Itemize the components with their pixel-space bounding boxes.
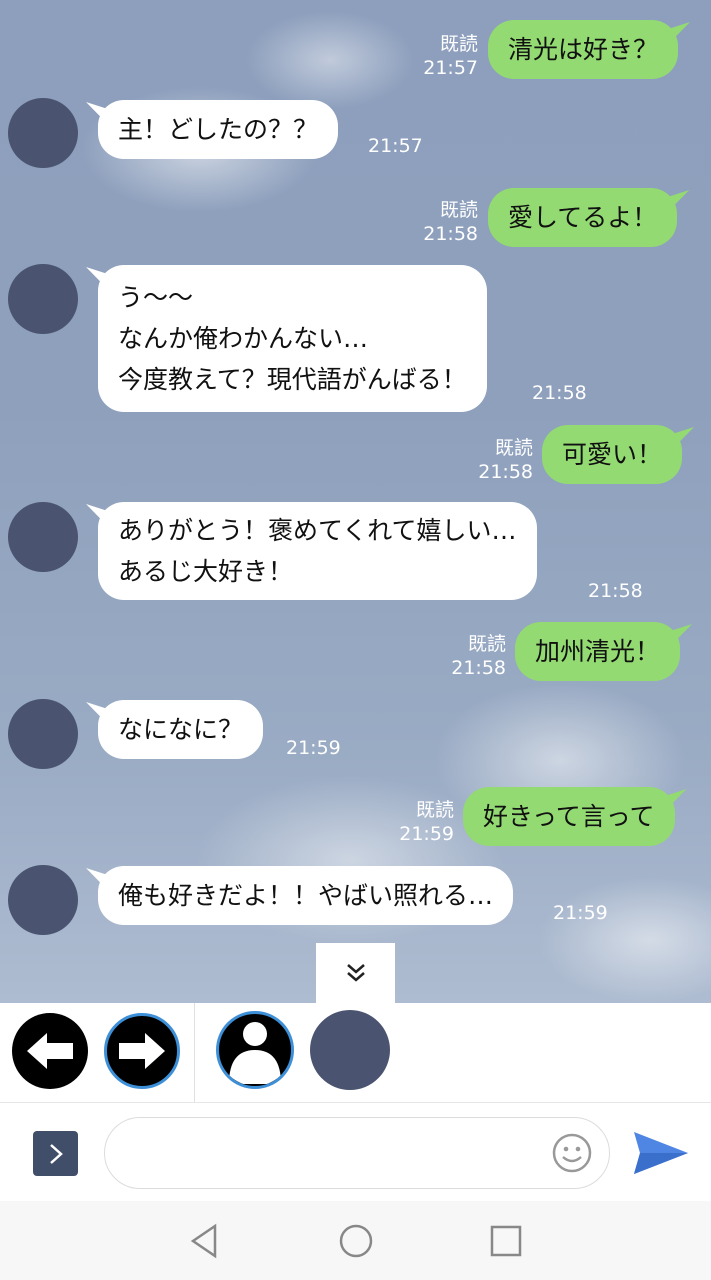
message-text-line: ありがとう！褒めてくれて嬉しい… [118, 516, 517, 545]
message-bubble-outgoing[interactable]: 加州清光！ [515, 622, 681, 681]
message-input[interactable] [104, 1117, 610, 1189]
message-time: 21:58 [532, 382, 587, 404]
message-text: なになに？ [118, 715, 244, 744]
message-text-line: あるじ大好き！ [118, 557, 294, 586]
panel-divider [194, 1003, 195, 1102]
chevron-right-icon [49, 1143, 63, 1164]
double-chevron-down-icon [346, 964, 365, 982]
message-bubble-outgoing[interactable]: 愛してるよ！ [488, 188, 678, 247]
speaker-panel: 自分 [0, 1003, 711, 1103]
previous-button[interactable] [12, 1013, 88, 1089]
message-text-line: う〜〜 [118, 283, 194, 312]
message-time: 21:58 [478, 461, 533, 483]
recents-nav-button[interactable] [486, 1221, 526, 1261]
send-button[interactable] [632, 1128, 690, 1178]
read-receipt: 既読 [494, 437, 533, 459]
contact-avatar[interactable] [8, 98, 78, 168]
message-time: 21:59 [399, 823, 454, 845]
message-text: 愛してるよ！ [508, 203, 658, 232]
contact-avatar[interactable] [8, 865, 78, 935]
message-bubble-incoming[interactable]: なになに？ [98, 700, 264, 759]
message-meta: 既読 21:58 [410, 198, 478, 246]
message-meta: 既読 21:59 [386, 798, 454, 846]
message-text: 加州清光！ [535, 637, 661, 666]
scroll-to-bottom-button[interactable] [316, 943, 395, 1003]
expand-menu-button[interactable] [33, 1131, 78, 1176]
message-time: 21:59 [286, 737, 341, 759]
contact-avatar[interactable] [8, 264, 78, 334]
read-receipt: 既読 [439, 33, 478, 55]
message-text: 好きって言って [483, 802, 655, 831]
message-bubble-outgoing[interactable]: 好きって言って [463, 787, 675, 846]
read-receipt: 既読 [415, 799, 454, 821]
contact-avatar[interactable] [8, 502, 78, 572]
message-bubble-incoming[interactable]: ありがとう！褒めてくれて嬉しい… あるじ大好き！ [98, 502, 537, 600]
message-text: 主！どしたの？？ [118, 115, 319, 144]
message-bubble-incoming[interactable]: う〜〜 なんか俺わかんない… 今度教えて？現代語がんばる！ [98, 265, 487, 412]
message-text-line: なんか俺わかんない… [118, 324, 369, 353]
next-button[interactable] [104, 1013, 180, 1089]
message-time: 21:57 [368, 135, 423, 157]
emoji-button[interactable] [551, 1132, 593, 1174]
message-time: 21:59 [553, 902, 608, 924]
circle-home-icon [339, 1224, 373, 1258]
message-time: 21:58 [451, 657, 506, 679]
self-speaker-button[interactable]: 自分 [216, 1011, 294, 1089]
message-bubble-outgoing[interactable]: 可愛い！ [542, 425, 683, 484]
chat-area[interactable]: 既読 21:57 清光は好き？ 主！どしたの？？ 21:57 既読 21:58 … [0, 0, 711, 1003]
home-nav-button[interactable] [336, 1221, 376, 1261]
system-navigation-bar [0, 1201, 711, 1280]
self-label: 自分 [238, 1063, 272, 1083]
square-recents-icon [490, 1225, 522, 1257]
message-meta: 既読 21:57 [410, 32, 478, 80]
message-text-line: 今度教えて？現代語がんばる！ [118, 365, 467, 394]
message-bubble-incoming[interactable]: 主！どしたの？？ [98, 100, 339, 159]
message-time: 21:58 [588, 580, 643, 602]
message-time: 21:57 [423, 57, 478, 79]
send-icon [634, 1132, 688, 1174]
message-meta: 既読 21:58 [465, 436, 533, 484]
message-meta: 既読 21:58 [438, 632, 506, 680]
message-text: 可愛い！ [562, 440, 663, 469]
message-text: 清光は好き？ [508, 35, 659, 64]
arrow-right-icon [119, 1033, 165, 1069]
message-bubble-incoming[interactable]: 俺も好きだよ！！やばい照れる… [98, 866, 514, 925]
arrow-left-icon [27, 1033, 73, 1069]
message-bubble-outgoing[interactable]: 清光は好き？ [488, 20, 679, 79]
other-speaker-avatar[interactable] [310, 1010, 390, 1090]
message-time: 21:58 [423, 223, 478, 245]
triangle-back-icon [190, 1223, 217, 1259]
contact-avatar[interactable] [8, 699, 78, 769]
message-text: 俺も好きだよ！！やばい照れる… [118, 881, 494, 910]
read-receipt: 既読 [467, 633, 506, 655]
read-receipt: 既読 [439, 199, 478, 221]
back-nav-button[interactable] [185, 1221, 225, 1261]
smiley-icon [552, 1133, 592, 1173]
